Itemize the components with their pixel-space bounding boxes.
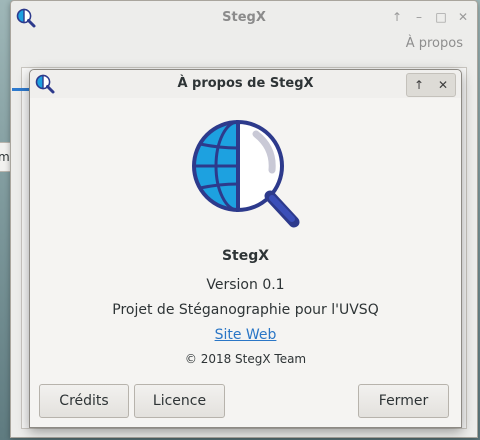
- dialog-titlebar[interactable]: À propos de StegX ↑ ✕: [30, 70, 461, 98]
- website-link[interactable]: Site Web: [215, 327, 277, 343]
- stegx-app-icon: [16, 8, 36, 28]
- copyright-label: © 2018 StegX Team: [184, 352, 307, 366]
- main-titlebar[interactable]: StegX ↑ – □ ✕: [11, 1, 477, 33]
- about-dialog: À propos de StegX ↑ ✕ StegX Version 0.1 …: [29, 69, 462, 428]
- close-icon[interactable]: ✕: [455, 9, 471, 25]
- menubar: À propos: [11, 33, 477, 57]
- keep-above-icon[interactable]: ↑: [414, 79, 424, 91]
- stegx-logo: [192, 120, 300, 228]
- close-button[interactable]: Fermer: [358, 384, 449, 418]
- minimize-icon[interactable]: –: [411, 9, 427, 25]
- desktop-partial-text: m: [0, 150, 10, 164]
- credits-button[interactable]: Crédits: [39, 384, 129, 418]
- licence-button[interactable]: Licence: [134, 384, 225, 418]
- description-label: Projet de Stéganographie pour l'UVSQ: [112, 302, 379, 318]
- website-link-wrap: Site Web: [30, 327, 461, 343]
- main-window-title: StegX: [222, 9, 266, 25]
- dialog-title: À propos de StegX: [177, 76, 314, 91]
- maximize-icon[interactable]: □: [433, 9, 449, 25]
- menu-apropos[interactable]: À propos: [406, 36, 463, 51]
- version-label: Version 0.1: [206, 277, 285, 293]
- keep-above-icon[interactable]: ↑: [389, 9, 405, 25]
- app-name: StegX: [221, 248, 270, 264]
- dialog-wm-buttons: ↑ ✕: [406, 73, 456, 97]
- close-icon[interactable]: ✕: [438, 79, 448, 91]
